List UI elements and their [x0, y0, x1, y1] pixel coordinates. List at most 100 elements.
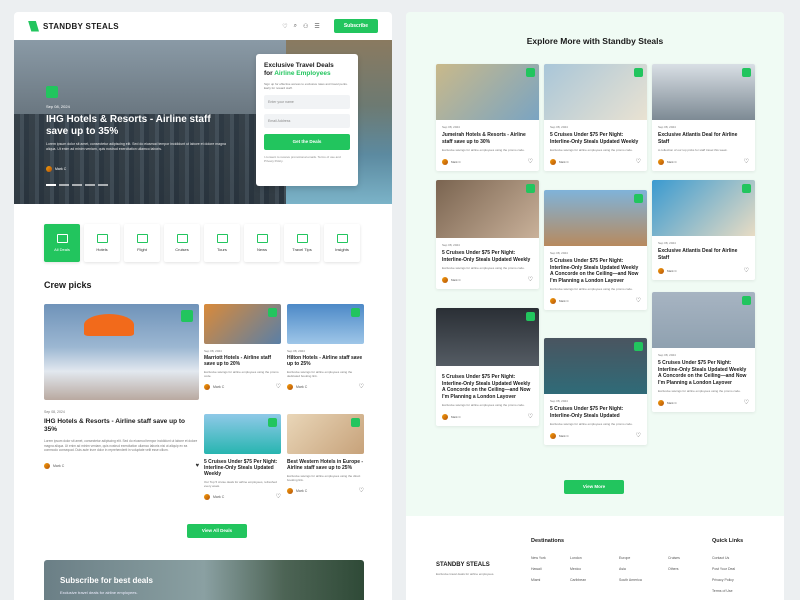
hero-title[interactable]: IHG Hotels & Resorts - Airline staff sav…	[46, 114, 216, 138]
view-all-deals-button[interactable]: View All Deals	[187, 524, 247, 538]
bookmark-icon[interactable]	[634, 194, 643, 203]
category-hotels[interactable]: Hotels	[84, 224, 120, 262]
category-tours[interactable]: Tours	[204, 224, 240, 262]
footer-link[interactable]: Europe	[619, 556, 630, 560]
footer-link[interactable]: Others	[668, 567, 679, 571]
featured-card[interactable]: Sep 08, 2024 IHG Hotels & Resorts - Airl…	[44, 304, 199, 510]
bookmark-icon[interactable]	[526, 312, 535, 321]
category-insights[interactable]: Insights	[324, 224, 360, 262]
paraglider-image	[44, 304, 199, 400]
bookmark-icon[interactable]	[742, 296, 751, 305]
explore-card[interactable]: Sep 08, 2024 5 Cruises Under $75 Per Nigh…	[544, 338, 647, 445]
heart-icon[interactable]: ♡	[744, 158, 749, 165]
bookmark-icon[interactable]	[634, 68, 643, 77]
card-title[interactable]: IHG Hotels & Resorts - Airline staff sav…	[44, 418, 199, 434]
card-title[interactable]: 5 Cruises Under $75 Per Night: Interline…	[442, 250, 533, 263]
bookmark-icon[interactable]	[742, 184, 751, 193]
card-title[interactable]: 5 Cruises Under $75 Per Night: Interline…	[550, 258, 641, 284]
footer-link[interactable]: Cruises	[668, 556, 680, 560]
footer-link[interactable]: London	[570, 556, 582, 560]
heart-icon[interactable]: ♡	[528, 413, 533, 420]
explore-card[interactable]: 5 Cruises Under $75 Per Night: Interline…	[436, 308, 539, 426]
card-title[interactable]: Exclusive Atlantis Deal for Airline Staf…	[658, 248, 749, 261]
footer-link[interactable]: South America	[619, 578, 642, 582]
crew-picks-title: Crew picks	[44, 280, 92, 290]
carousel-dots[interactable]	[46, 184, 108, 186]
bookmark-icon[interactable]	[268, 418, 277, 427]
name-input[interactable]: Enter your name	[264, 95, 350, 109]
footer-link[interactable]: Privacy Policy	[712, 578, 734, 582]
explore-card[interactable]: Sep 08, 2024 Exclusive Atlantis Deal for …	[652, 64, 755, 171]
footer-link[interactable]: New York	[531, 556, 546, 560]
heart-icon[interactable]: ♡	[636, 432, 641, 439]
explore-card[interactable]: Sep 08, 2024 5 Cruises Under $75 Per Nigh…	[652, 292, 755, 412]
category-travel-tips[interactable]: Travel Tips	[284, 224, 320, 262]
bookmark-icon[interactable]	[526, 68, 535, 77]
heart-icon[interactable]: ♡	[276, 493, 281, 500]
footer-link[interactable]: Post Your Deal	[712, 567, 735, 571]
heart-icon[interactable]: ♡	[359, 383, 364, 390]
card-title[interactable]: Hilton Hotels - Airline staff save up to…	[287, 355, 364, 367]
deal-card[interactable]: Best Western Hotels in Europe - Airline …	[287, 414, 364, 494]
menu-icon[interactable]: ☰	[314, 23, 319, 30]
footer-link[interactable]: Miami	[531, 578, 540, 582]
brand-logo[interactable]: STANDBY STEALS	[28, 20, 119, 32]
bookmark-icon[interactable]	[742, 68, 751, 77]
heart-icon[interactable]: ♡	[359, 487, 364, 494]
footer-link[interactable]: Terms of Use	[712, 589, 733, 593]
card-title[interactable]: 5 Cruises Under $75 Per Night: Interline…	[658, 360, 749, 386]
footer-link[interactable]: Contact Us	[712, 556, 729, 560]
explore-title: Explore More with Standby Steals	[526, 36, 664, 46]
footer-link[interactable]: Hawaii	[531, 567, 542, 571]
avatar	[442, 276, 448, 283]
category-cruises[interactable]: Cruises	[164, 224, 200, 262]
explore-card[interactable]: Sep 08, 2024 Jumeirah Hotels & Resorts - …	[436, 64, 539, 171]
bookmark-icon[interactable]	[181, 310, 193, 322]
heart-icon[interactable]: ♡	[528, 276, 533, 283]
explore-card[interactable]: Sep 08, 2024 5 Cruises Under $75 Per Nigh…	[544, 190, 647, 310]
email-input[interactable]: Email Address	[264, 114, 350, 128]
bookmark-icon[interactable]	[634, 342, 643, 351]
bookmark-icon[interactable]	[268, 308, 277, 317]
heart-icon[interactable]: ♡	[636, 158, 641, 165]
heart-icon[interactable]: ♡	[744, 399, 749, 406]
view-more-button[interactable]: View More	[564, 480, 624, 494]
heart-icon[interactable]: ♡	[744, 267, 749, 274]
footer-link[interactable]: Asia	[619, 567, 626, 571]
category-flight[interactable]: Flight	[124, 224, 160, 262]
bookmark-icon[interactable]	[526, 184, 535, 193]
category-news[interactable]: News	[244, 224, 280, 262]
card-title[interactable]: 5 Cruises Under $75 Per Night: Interline…	[550, 406, 641, 419]
heart-icon[interactable]: ♥	[195, 463, 199, 469]
explore-card[interactable]: Sep 08, 2024 5 Cruises Under $75 Per Nigh…	[436, 180, 539, 289]
avatar	[44, 462, 50, 469]
get-deals-button[interactable]: Get the Deals	[264, 134, 350, 150]
card-title[interactable]: 5 Cruises Under $75 Per Night: Interline…	[204, 459, 281, 477]
category-all-deals[interactable]: All Deals	[44, 224, 80, 262]
card-title[interactable]: Exclusive Atlantis Deal for Airline Staf…	[658, 132, 749, 145]
user-icon[interactable]: ⚇	[303, 23, 308, 30]
bookmark-icon[interactable]	[351, 418, 360, 427]
deal-card[interactable]: Sep 08, 2024 Marriott Hotels - Airline s…	[204, 304, 281, 390]
explore-card[interactable]: Sep 08, 2024 5 Cruises Under $75 Per Nigh…	[544, 64, 647, 171]
footer-link[interactable]: Mexico	[570, 567, 581, 571]
card-title[interactable]: Jumeirah Hotels & Resorts - Airline staf…	[442, 132, 533, 145]
hero-badge-icon[interactable]	[46, 86, 58, 98]
bookmark-icon[interactable]	[351, 308, 360, 317]
card-title[interactable]: 5 Cruises Under $75 Per Night: Interline…	[442, 374, 533, 400]
heart-icon[interactable]: ♡	[282, 23, 287, 30]
coast-image	[652, 180, 755, 236]
card-title[interactable]: Marriott Hotels - Airline staff save up …	[204, 355, 281, 367]
heart-icon[interactable]: ♡	[276, 383, 281, 390]
deal-card[interactable]: Sep 08, 2024 Hilton Hotels - Airline sta…	[287, 304, 364, 390]
deal-card[interactable]: 5 Cruises Under $75 Per Night: Interline…	[204, 414, 281, 500]
heart-icon[interactable]: ♡	[636, 297, 641, 304]
subscribe-button[interactable]: Subscribe	[333, 19, 378, 33]
card-title[interactable]: Best Western Hotels in Europe - Airline …	[287, 459, 364, 471]
avatar	[550, 158, 556, 165]
card-title[interactable]: 5 Cruises Under $75 Per Night: Interline…	[550, 132, 641, 145]
explore-card[interactable]: Sep 08, 2024 Exclusive Atlantis Deal for …	[652, 180, 755, 280]
search-icon[interactable]: ⌕	[294, 23, 297, 30]
heart-icon[interactable]: ♡	[528, 158, 533, 165]
footer-link[interactable]: Caribbean	[570, 578, 586, 582]
